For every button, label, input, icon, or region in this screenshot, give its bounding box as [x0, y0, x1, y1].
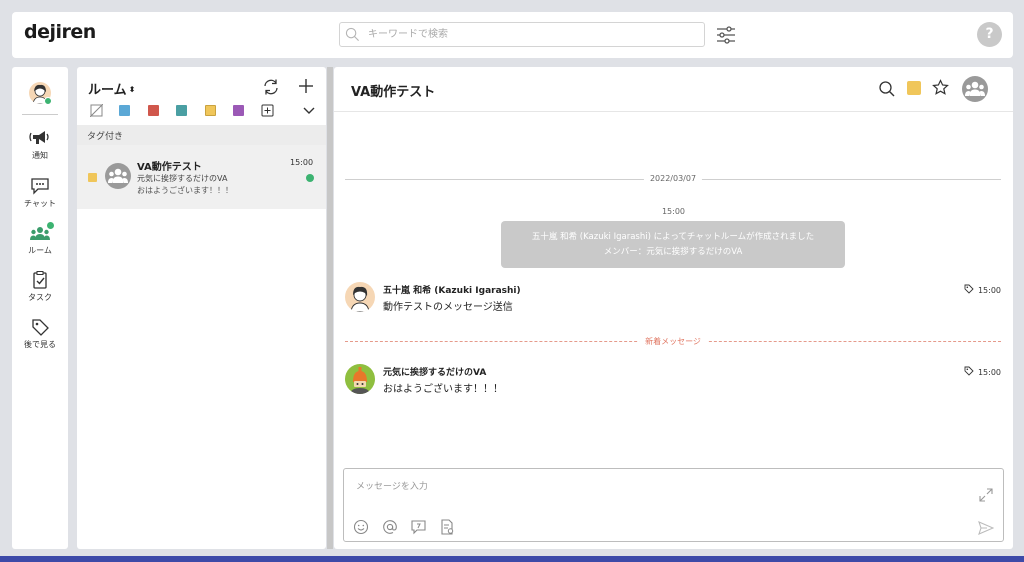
room-list-panel: ルーム ⬍ タグ付き VA動作テスト 15:00 元気に挨拶するだけのVA おは…: [77, 67, 326, 549]
tag-filter-purple[interactable]: [233, 105, 244, 116]
chat-room-title: VA動作テスト: [351, 85, 436, 100]
message-item[interactable]: 五十嵐 和希 (Kazuki Igarashi) 動作テストのメッセージ送信 1…: [345, 282, 1001, 318]
tag-icon[interactable]: [964, 284, 974, 294]
room-list-title-text: ルーム: [88, 83, 127, 98]
message-meta: 15:00: [964, 366, 1001, 377]
rooms-badge: [47, 222, 54, 229]
stamp-icon[interactable]: [410, 519, 427, 535]
message-time: 15:00: [977, 286, 1001, 295]
group-icon: [108, 168, 128, 183]
tag-filter-teal[interactable]: [176, 105, 187, 116]
mention-icon[interactable]: [382, 519, 398, 535]
room-members-button[interactable]: [962, 76, 988, 102]
system-message: 五十嵐 和希 (Kazuki Igarashi) によってチャットルームが作成さ…: [501, 221, 845, 268]
expand-icon[interactable]: [979, 488, 993, 502]
person-illustration-icon: [350, 286, 370, 312]
emoji-icon[interactable]: [353, 519, 369, 535]
message-meta: 15:00: [964, 284, 1001, 295]
tag-filter-yellow[interactable]: [205, 105, 216, 116]
room-tag-color: [88, 173, 97, 182]
chat-search-icon[interactable]: [878, 80, 896, 98]
message-avatar[interactable]: [345, 364, 375, 394]
section-header-tagged: タグ付き: [77, 125, 326, 145]
group-icon: [965, 81, 985, 96]
template-icon[interactable]: [439, 519, 455, 535]
top-header: dejiren ?: [12, 12, 1013, 58]
room-time: 15:00: [290, 158, 314, 167]
date-separator: 2022/03/07: [345, 174, 1001, 186]
nav-label: タスク: [28, 293, 52, 302]
room-name: VA動作テスト: [137, 162, 202, 173]
room-list-item[interactable]: VA動作テスト 15:00 元気に挨拶するだけのVA おはようございます！！！: [77, 145, 326, 209]
system-message-time: 15:00: [661, 207, 686, 216]
clipboard-check-icon: [33, 271, 47, 289]
message-time: 15:00: [977, 368, 1001, 377]
star-icon[interactable]: [932, 79, 949, 96]
nav-item-chat[interactable]: チャット: [12, 177, 68, 217]
room-list-title[interactable]: ルーム ⬍: [88, 79, 135, 98]
message-avatar[interactable]: [345, 282, 375, 312]
tag-icon: [32, 319, 49, 336]
left-nav: 通知 チャット ルーム タスク 後で見る: [12, 67, 68, 549]
chevron-down-icon[interactable]: [302, 104, 316, 118]
nav-item-tasks[interactable]: タスク: [12, 271, 68, 311]
nav-divider: [22, 114, 58, 115]
refresh-icon: [264, 79, 278, 95]
window-bottom-border: [0, 556, 1024, 562]
tag-icon[interactable]: [964, 366, 974, 376]
add-tag-icon[interactable]: [261, 104, 274, 117]
plus-icon: [299, 79, 313, 93]
message-text: 動作テストのメッセージ送信: [383, 302, 513, 313]
search-box[interactable]: [339, 22, 705, 47]
tag-filter-red[interactable]: [148, 105, 159, 116]
nav-label: チャット: [24, 199, 56, 208]
message-sender: 元気に挨拶するだけのVA: [383, 368, 487, 378]
help-button[interactable]: ?: [977, 22, 1002, 47]
sort-icon: ⬍: [128, 85, 136, 94]
tag-filter-blue[interactable]: [119, 105, 130, 116]
nav-item-rooms[interactable]: ルーム: [12, 222, 68, 264]
chat-icon: [31, 178, 49, 195]
search-input[interactable]: [368, 26, 688, 43]
tag-filter-row: [90, 104, 320, 118]
room-last-message: おはようございます！！！: [137, 186, 233, 195]
system-message-line1: 五十嵐 和希 (Kazuki Igarashi) によってチャットルームが作成さ…: [531, 232, 815, 242]
nav-item-later[interactable]: 後で見る: [12, 318, 68, 358]
add-room-button[interactable]: [297, 77, 315, 99]
new-messages-separator: 新着メッセージ: [345, 336, 1001, 348]
room-online-dot: [306, 174, 314, 182]
room-last-sender: 元気に挨拶するだけのVA: [137, 174, 228, 183]
message-text: おはようございます！！！: [383, 384, 503, 395]
megaphone-icon: [29, 131, 49, 144]
send-icon[interactable]: [978, 520, 994, 536]
message-input[interactable]: [356, 479, 956, 499]
chat-header: VA動作テスト: [334, 67, 1013, 112]
search-filter-button[interactable]: [715, 24, 737, 46]
room-avatar: [105, 163, 131, 189]
nav-item-notifications[interactable]: 通知: [12, 129, 68, 169]
online-status-dot: [44, 97, 52, 105]
new-messages-label: 新着メッセージ: [639, 336, 707, 347]
nav-label: ルーム: [28, 246, 52, 255]
app-logo[interactable]: dejiren: [24, 21, 96, 43]
panel-resize-handle[interactable]: [327, 67, 333, 549]
date-separator-text: 2022/03/07: [643, 174, 703, 183]
room-tag-button[interactable]: [907, 81, 921, 95]
message-item[interactable]: 元気に挨拶するだけのVA おはようございます！！！ 15:00: [345, 364, 1001, 400]
nav-label: 後で見る: [24, 340, 56, 349]
nav-label: 通知: [32, 151, 48, 160]
no-tag-icon[interactable]: [90, 104, 103, 117]
sliders-icon: [717, 26, 735, 44]
chat-panel: VA動作テスト 2022/03/07 15:00 五十嵐 和希 (Kazuki …: [334, 67, 1013, 549]
refresh-button[interactable]: [262, 78, 280, 100]
message-composer: [343, 468, 1004, 542]
bot-avatar-icon: [350, 367, 370, 394]
search-icon: [345, 27, 359, 41]
system-message-line2: メンバー：元気に挨拶するだけのVA: [603, 247, 743, 257]
message-sender: 五十嵐 和希 (Kazuki Igarashi): [383, 286, 521, 296]
